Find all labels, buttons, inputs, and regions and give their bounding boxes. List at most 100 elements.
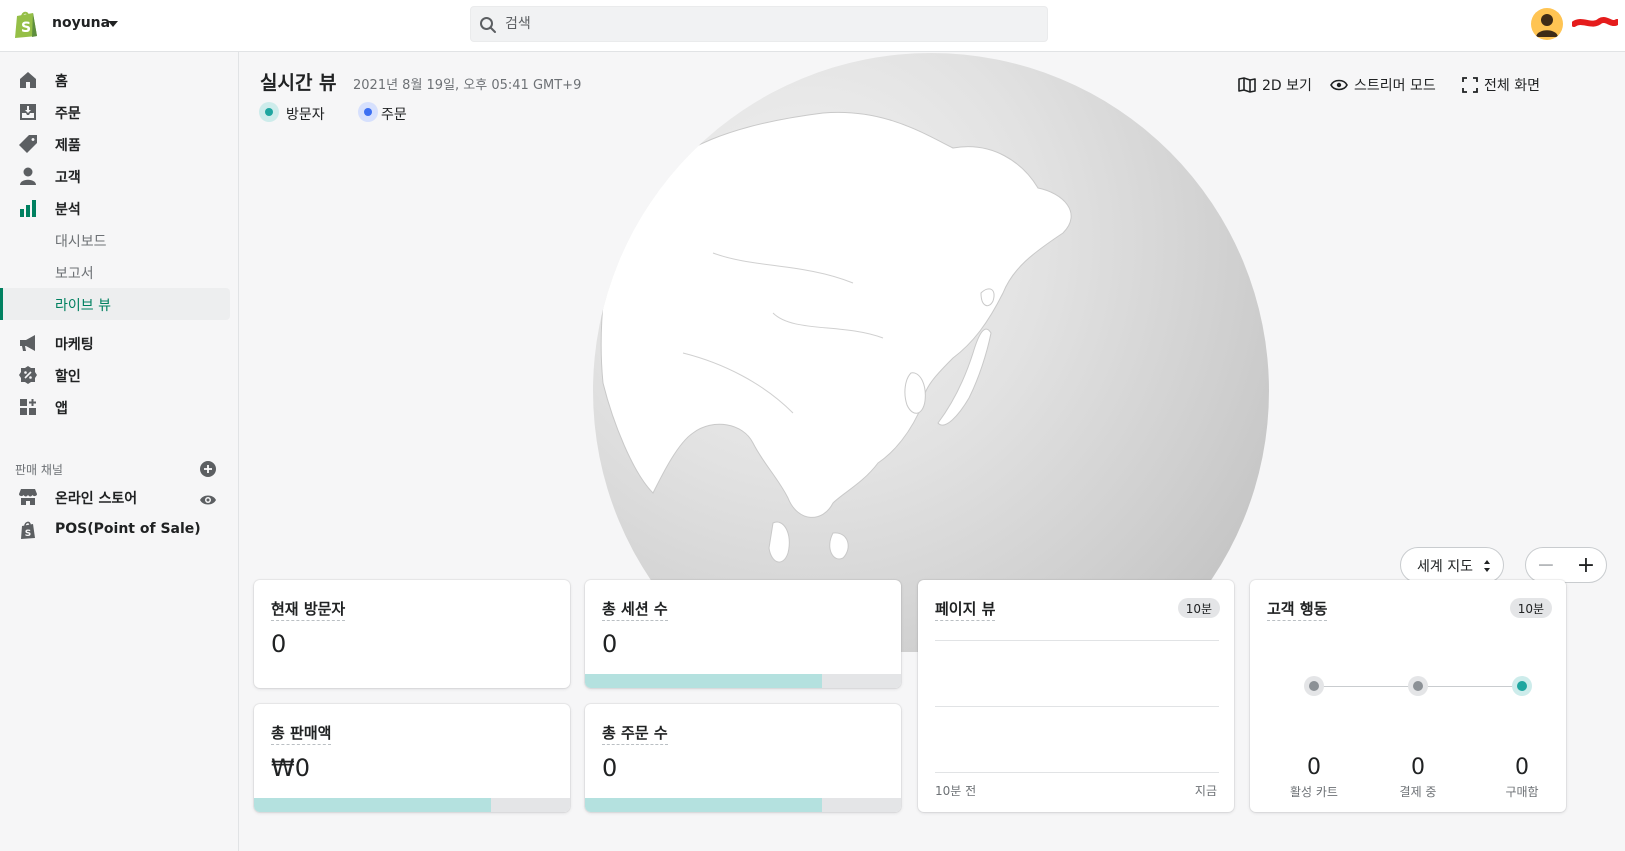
sales-channels-heading: 판매 채널 [15, 463, 63, 477]
sidebar-item-label: 분석 [55, 202, 81, 218]
map-icon [1238, 77, 1256, 93]
total-sessions-card: 총 세션 수 0 [585, 580, 901, 688]
user-avatar-icon [1536, 14, 1558, 37]
svg-text:S: S [25, 529, 31, 539]
chart-x-end-label: 지금 [1194, 784, 1217, 798]
streamer-mode-button[interactable]: 스트리머 모드 [1330, 75, 1436, 95]
funnel-step-label: 결제 중 [1399, 785, 1437, 799]
sidebar-subitem-label: 보고서 [55, 266, 94, 282]
shopify-logo-icon[interactable]: S [13, 9, 39, 39]
sidebar-subitem-label: 라이브 뷰 [55, 298, 111, 314]
page-views-card: 페이지 뷰 10분 10분 전 지금 [918, 580, 1234, 812]
sessions-bar [585, 674, 901, 688]
sidebar-subitem-reports[interactable]: 보고서 [0, 256, 239, 288]
card-title[interactable]: 총 판매액 [271, 722, 332, 745]
sidebar-item-label: 홈 [55, 74, 68, 90]
select-arrows-icon [1484, 560, 1490, 572]
legend-label-visitors: 방문자 [286, 107, 325, 123]
pos-bag-icon: S [21, 521, 35, 539]
eye-icon [1330, 79, 1348, 91]
sidebar-subitem-label: 대시보드 [55, 234, 107, 250]
time-range-badge: 10분 [1177, 598, 1220, 618]
current-visitors-card: 현재 방문자 0 [254, 580, 570, 688]
map-type-select[interactable]: 세계 지도 [1400, 547, 1504, 583]
card-title[interactable]: 고객 행동 [1267, 598, 1328, 621]
store-icon [19, 489, 37, 505]
add-channel-icon[interactable] [199, 460, 217, 478]
store-name[interactable]: noyuna [52, 15, 110, 31]
analytics-icon [20, 200, 36, 217]
fullscreen-label: 전체 화면 [1484, 78, 1540, 94]
discount-icon [19, 366, 37, 384]
sidebar-item-label: 온라인 스토어 [55, 491, 138, 507]
view-store-eye-icon[interactable] [199, 493, 217, 507]
zoom-in-button[interactable]: + [1566, 548, 1606, 582]
sidebar: 홈 주문 제품 고객 분석 대시보드 보고서 라이브 뷰 마케팅 할인 앱 판매… [0, 52, 239, 851]
view-2d-button[interactable]: 2D 보기 [1238, 75, 1312, 95]
sidebar-item-apps[interactable]: 앱 [0, 391, 239, 423]
chart-gridline [935, 640, 1219, 641]
sidebar-item-label: 앱 [55, 401, 68, 417]
sidebar-item-label: POS(Point of Sale) [55, 521, 201, 537]
chart-gridline [935, 706, 1219, 707]
sidebar-subitem-dashboard[interactable]: 대시보드 [0, 224, 239, 256]
orders-bar-fill [585, 798, 822, 812]
card-value: 0 [602, 754, 618, 782]
card-title[interactable]: 총 세션 수 [602, 598, 668, 621]
card-title[interactable]: 총 주문 수 [602, 722, 668, 745]
time-range-badge: 10분 [1509, 598, 1552, 618]
total-orders-card: 총 주문 수 0 [585, 704, 901, 812]
sidebar-item-label: 할인 [55, 369, 81, 385]
tag-icon [19, 135, 37, 153]
fullscreen-icon [1462, 77, 1478, 93]
fullscreen-button[interactable]: 전체 화면 [1462, 75, 1540, 95]
funnel-step-value: 0 [1411, 755, 1425, 780]
live-view-main: 실시간 뷰 2021년 8월 19일, 오후 05:41 GMT+9 방문자 주… [240, 52, 1625, 851]
card-title[interactable]: 페이지 뷰 [935, 598, 996, 621]
sidebar-item-orders[interactable]: 주문 [0, 96, 239, 128]
caret-down-icon[interactable] [108, 21, 118, 27]
order-legend-dot [358, 102, 378, 122]
chart-x-start-label: 10분 전 [935, 784, 977, 798]
total-sales-card: 총 판매액 ₩0 [254, 704, 570, 812]
map-type-value: 세계 지도 [1417, 559, 1473, 575]
customer-behavior-card: 고객 행동 10분 0 0 0 활성 카트 결제 중 구매함 [1250, 580, 1566, 812]
megaphone-icon [20, 335, 35, 351]
legend-label-orders: 주문 [381, 107, 407, 123]
funnel-step-value: 0 [1307, 755, 1321, 780]
search-bar[interactable] [470, 6, 1048, 42]
card-value: 0 [271, 630, 287, 658]
sidebar-item-pos[interactable]: S POS(Point of Sale) [0, 514, 239, 546]
card-value: ₩0 [271, 754, 310, 782]
sales-bar [254, 798, 570, 812]
sidebar-item-products[interactable]: 제품 [0, 128, 239, 160]
globe-map[interactable] [593, 53, 1269, 652]
funnel-step-dot [1408, 676, 1428, 696]
sessions-bar-fill [585, 674, 822, 688]
top-bar: S noyuna [0, 0, 1625, 52]
orders-bar [585, 798, 901, 812]
chart-gridline [935, 772, 1219, 773]
sidebar-item-home[interactable]: 홈 [0, 64, 239, 96]
sales-bar-fill [254, 798, 491, 812]
zoom-out-button[interactable]: − [1526, 548, 1566, 582]
sidebar-item-label: 고객 [55, 170, 81, 186]
globe-landmass [600, 111, 1072, 563]
sidebar-item-customers[interactable]: 고객 [0, 160, 239, 192]
search-input[interactable] [505, 7, 1025, 41]
sidebar-item-discounts[interactable]: 할인 [0, 359, 239, 391]
orders-icon [20, 104, 36, 120]
sidebar-item-marketing[interactable]: 마케팅 [0, 327, 239, 359]
funnel-step-dot [1512, 676, 1532, 696]
card-title[interactable]: 현재 방문자 [271, 598, 346, 621]
redacted-username [1572, 17, 1618, 27]
sidebar-item-label: 주문 [55, 106, 81, 122]
sidebar-item-analytics[interactable]: 분석 [0, 192, 239, 224]
sidebar-subitem-live-view[interactable]: 라이브 뷰 [0, 288, 230, 320]
apps-icon [20, 399, 36, 415]
card-value: 0 [602, 630, 618, 658]
funnel-step-value: 0 [1515, 755, 1529, 780]
visitor-legend-dot [259, 102, 279, 122]
svg-text:S: S [21, 20, 31, 36]
avatar[interactable] [1531, 8, 1563, 40]
